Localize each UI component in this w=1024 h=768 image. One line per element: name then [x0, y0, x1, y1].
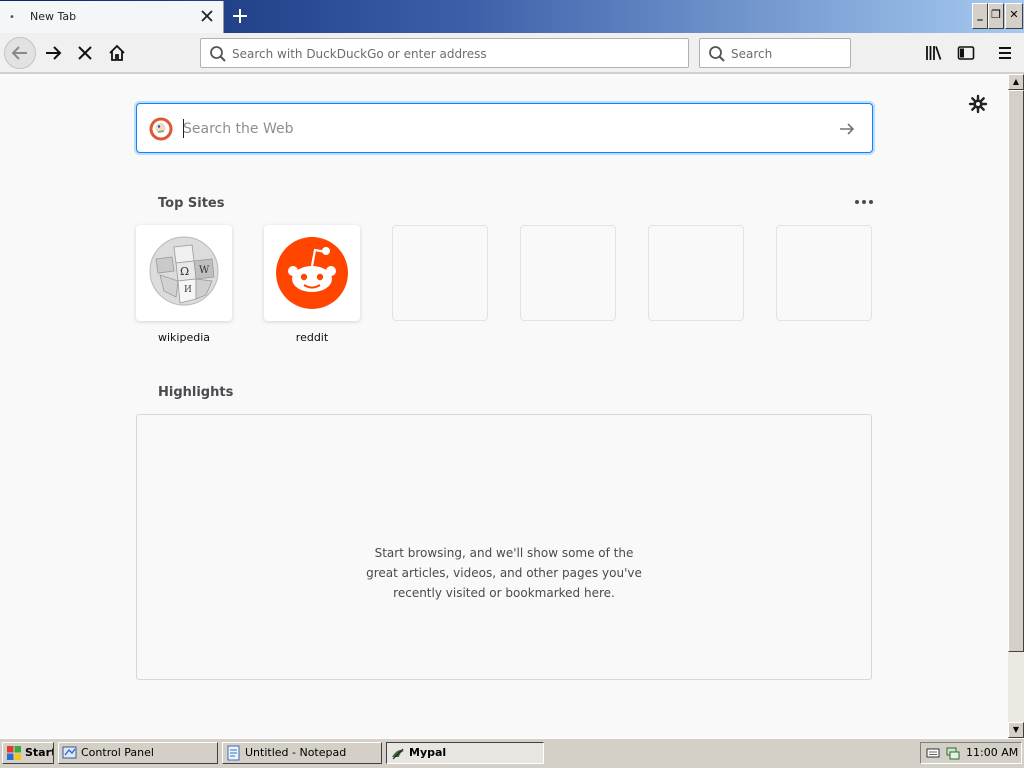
- scroll-down-arrow-icon[interactable]: ▼: [1008, 722, 1024, 738]
- taskbar-button-label: Mypal: [409, 746, 447, 759]
- system-tray: 11:00 AM: [920, 742, 1022, 764]
- close-window-button[interactable]: ✕: [1005, 3, 1023, 29]
- hamburger-menu-icon: [999, 47, 1011, 59]
- top-site-tile-empty: [392, 225, 488, 321]
- windows-logo-icon: [7, 746, 21, 760]
- library-button[interactable]: [918, 37, 950, 69]
- forward-arrow-icon: [46, 46, 62, 60]
- tab-loading-indicator: •: [9, 12, 15, 23]
- start-button[interactable]: Start: [2, 742, 54, 764]
- taskbar: Start Control Panel Untitled - Notepad M…: [0, 738, 1024, 768]
- svg-text:Ω: Ω: [180, 265, 189, 278]
- text-caret: [183, 119, 184, 138]
- gear-icon[interactable]: [968, 94, 988, 114]
- top-site-tile-wikipedia[interactable]: Ω W И: [136, 225, 232, 321]
- highlights-empty-message: Start browsing, and we'll show some of t…: [366, 546, 642, 600]
- reddit-alien-icon: [276, 237, 348, 309]
- home-button[interactable]: [101, 37, 133, 69]
- tab-title: New Tab: [30, 10, 77, 23]
- taskbar-button-notepad[interactable]: Untitled - Notepad: [222, 742, 382, 764]
- close-tab-icon[interactable]: [198, 7, 216, 25]
- web-search-box[interactable]: [136, 103, 873, 153]
- minimize-button[interactable]: _: [972, 3, 988, 29]
- address-input[interactable]: [232, 46, 672, 62]
- search-icon: [709, 46, 725, 62]
- top-site-tile-empty: [520, 225, 616, 321]
- svg-text:И: И: [184, 285, 192, 295]
- taskbar-button-label: Untitled - Notepad: [245, 746, 347, 759]
- top-site-label: reddit: [295, 331, 329, 344]
- home-icon: [109, 44, 125, 61]
- start-label: Start: [25, 746, 54, 759]
- new-tab-page: Top Sites Ω W И wikipedia: [0, 74, 1008, 738]
- taskbar-button-mypal[interactable]: Mypal: [386, 742, 544, 764]
- scrollbar-thumb[interactable]: [1008, 90, 1024, 652]
- library-icon: [926, 46, 942, 60]
- stop-button[interactable]: [69, 37, 101, 69]
- notepad-icon: [227, 745, 240, 761]
- network-icon[interactable]: [945, 745, 961, 761]
- top-site-tile-reddit[interactable]: [264, 225, 360, 321]
- control-panel-icon: [62, 746, 77, 759]
- highlights-heading: Highlights: [158, 385, 234, 400]
- tab-strip: • New Tab _ ❐ ✕: [0, 0, 1024, 33]
- navigation-toolbar: [0, 33, 1024, 73]
- search-bar[interactable]: [699, 38, 851, 68]
- menu-button[interactable]: [989, 37, 1021, 69]
- search-icon: [210, 46, 226, 62]
- taskbar-button-label: Control Panel: [81, 746, 154, 759]
- search-submit-arrow-icon[interactable]: [837, 119, 857, 139]
- more-options-icon[interactable]: [853, 192, 875, 212]
- taskbar-button-control-panel[interactable]: Control Panel: [58, 742, 218, 764]
- restore-button[interactable]: ❐: [988, 3, 1004, 29]
- address-bar[interactable]: [200, 38, 689, 68]
- sidebar-icon: [957, 46, 975, 60]
- vertical-scrollbar[interactable]: ▲ ▼: [1008, 74, 1024, 738]
- new-tab-plus-icon[interactable]: [228, 4, 252, 28]
- clock[interactable]: 11:00 AM: [966, 746, 1018, 759]
- back-button[interactable]: [4, 37, 36, 69]
- top-sites-heading: Top Sites: [158, 196, 225, 211]
- svg-text:W: W: [199, 265, 210, 276]
- top-site-label: wikipedia: [157, 331, 210, 344]
- keyboard-icon[interactable]: [926, 746, 940, 760]
- scroll-up-arrow-icon[interactable]: ▲: [1008, 74, 1024, 90]
- web-search-input[interactable]: [183, 119, 823, 139]
- sidebar-button[interactable]: [950, 37, 982, 69]
- top-site-tile-empty: [648, 225, 744, 321]
- duckduckgo-logo-icon: [149, 117, 173, 141]
- back-arrow-icon: [11, 46, 27, 60]
- mypal-icon: [392, 748, 404, 760]
- wikipedia-globe-icon: Ω W И: [149, 236, 219, 306]
- stop-x-icon: [78, 46, 92, 60]
- search-input[interactable]: [731, 46, 841, 62]
- tab-new-tab[interactable]: • New Tab: [0, 1, 224, 33]
- highlights-panel: Start browsing, and we'll show some of t…: [136, 414, 872, 680]
- forward-button[interactable]: [37, 37, 69, 69]
- top-site-tile-empty: [776, 225, 872, 321]
